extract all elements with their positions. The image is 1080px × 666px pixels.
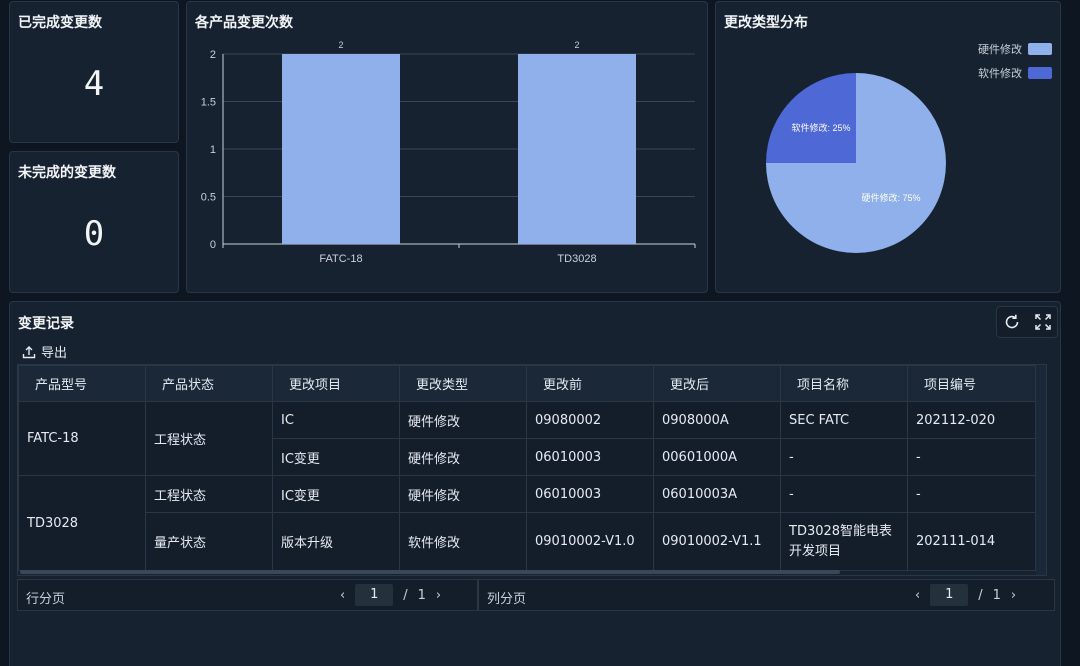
column-header[interactable]: 项目编号 — [907, 365, 1036, 402]
cell-type: 硬件修改 — [399, 438, 527, 476]
x-tick-label: TD3028 — [557, 253, 596, 265]
fullscreen-icon[interactable] — [1030, 309, 1056, 335]
column-header[interactable]: 项目名称 — [780, 365, 908, 402]
pie-chart: 硬件修改: 75% 软件修改: 25% — [766, 73, 946, 253]
y-tick-label: 1 — [210, 144, 216, 156]
column-header[interactable]: 产品状态 — [145, 365, 273, 402]
cell-type: 软件修改 — [399, 512, 527, 571]
column-pager: 列分页 ‹ 1 / 1 › — [478, 579, 1055, 611]
horizontal-scrollbar[interactable] — [20, 570, 840, 574]
incomplete-title: 未完成的变更数 — [18, 165, 116, 181]
column-header[interactable]: 更改前 — [526, 365, 654, 402]
cell-after: 09010002-V1.1 — [653, 512, 781, 571]
column-header[interactable]: 更改项目 — [272, 365, 400, 402]
column-header[interactable]: 产品型号 — [18, 365, 146, 402]
y-tick-label: 2 — [210, 49, 216, 61]
chevron-right-icon[interactable]: › — [1011, 588, 1016, 603]
pie-slice — [766, 73, 856, 163]
cell-after: 0908000A — [653, 401, 781, 439]
cell-model: FATC-18 — [18, 401, 146, 476]
column-header[interactable]: 更改类型 — [399, 365, 527, 402]
pie-slice-label: 硬件修改: 75% — [861, 192, 920, 203]
y-tick-label: 1.5 — [201, 97, 216, 109]
refresh-icon[interactable] — [999, 309, 1025, 335]
chevron-left-icon[interactable]: ‹ — [915, 588, 920, 603]
vertical-scrollbar-track[interactable] — [1036, 365, 1046, 575]
table-row[interactable]: 量产状态 版本升级 软件修改 09010002-V1.0 09010002-V1… — [19, 512, 1036, 571]
completed-card: 已完成变更数 4 — [9, 1, 179, 143]
cell-project: SEC FATC — [780, 401, 908, 439]
records-title: 变更记录 — [18, 316, 74, 332]
pie-slice-label: 软件修改: 25% — [791, 122, 850, 133]
row-pager-total: 1 — [417, 587, 426, 603]
y-tick-label: 0 — [210, 239, 216, 251]
cell-type: 硬件修改 — [399, 475, 527, 513]
incomplete-card: 未完成的变更数 0 — [9, 151, 179, 293]
cell-after: 06010003A — [653, 475, 781, 513]
cell-status: 量产状态 — [145, 512, 273, 571]
y-tick-label: 0.5 — [201, 192, 216, 204]
column-pager-label: 列分页 — [487, 592, 527, 607]
cell-before: 09080002 — [526, 401, 654, 439]
row-pager-label: 行分页 — [26, 592, 66, 607]
bar-chart-card: 各产品变更次数 0 0.5 1 1.5 2 2 FATC-18 2 TD3028 — [186, 1, 708, 293]
cell-item: IC变更 — [272, 475, 400, 513]
cell-after: 00601000A — [653, 438, 781, 476]
cell-before: 09010002-V1.0 — [526, 512, 654, 571]
cell-project: TD3028智能电表开发项目 — [780, 512, 908, 571]
records-table-wrapper: 产品型号 产品状态 更改项目 更改类型 更改前 更改后 项目名称 项目编号 FA… — [17, 364, 1047, 576]
column-page-input[interactable]: 1 — [930, 584, 969, 606]
completed-title: 已完成变更数 — [18, 15, 102, 31]
cell-project: - — [780, 438, 908, 476]
cell-code: - — [907, 438, 1036, 476]
records-card: 变更记录 导出 产品型号 产品状态 更改项目 更改类型 更改前 更改后 项目名称… — [9, 301, 1061, 666]
bar — [282, 54, 400, 244]
row-pager-separator: / — [403, 587, 408, 603]
cell-item: IC — [272, 401, 400, 439]
row-pager: 行分页 ‹ 1 / 1 › — [17, 579, 478, 611]
table-header-row: 产品型号 产品状态 更改项目 更改类型 更改前 更改后 项目名称 项目编号 — [18, 365, 1036, 402]
chevron-left-icon[interactable]: ‹ — [340, 588, 345, 603]
table-row[interactable]: TD3028 工程状态 IC变更 硬件修改 06010003 06010003A… — [18, 475, 1036, 571]
column-header[interactable]: 更改后 — [653, 365, 781, 402]
cell-status: 工程状态 — [145, 475, 273, 513]
cell-before: 06010003 — [526, 475, 654, 513]
cell-item: IC变更 — [272, 438, 400, 476]
pie-chart-card: 更改类型分布 硬件修改 软件修改 硬件修改: 75% 软件修改: 25% — [715, 1, 1061, 293]
cell-code: 202112-020 — [907, 401, 1036, 439]
table-row[interactable]: FATC-18 工程状态 IC 硬件修改 09080002 0908000A S… — [18, 401, 1036, 476]
bar — [518, 54, 636, 244]
cell-status: 工程状态 — [145, 401, 273, 476]
cell-item: 版本升级 — [272, 512, 400, 571]
cell-before: 06010003 — [526, 438, 654, 476]
column-pager-total: 1 — [992, 587, 1001, 603]
chevron-right-icon[interactable]: › — [436, 588, 441, 603]
x-tick-label: FATC-18 — [319, 253, 362, 265]
export-button[interactable]: 导出 — [22, 342, 67, 361]
column-pager-separator: / — [978, 587, 983, 603]
cell-code: - — [907, 475, 1036, 513]
records-table: 产品型号 产品状态 更改项目 更改类型 更改前 更改后 项目名称 项目编号 FA… — [18, 365, 1036, 571]
cell-model: TD3028 — [18, 475, 146, 571]
cell-project: - — [780, 475, 908, 513]
incomplete-value: 0 — [83, 214, 105, 254]
cell-type: 硬件修改 — [399, 401, 527, 439]
bar-chart: 0 0.5 1 1.5 2 2 FATC-18 2 TD3028 — [201, 40, 696, 265]
cell-code: 202111-014 — [907, 512, 1036, 571]
row-page-input[interactable]: 1 — [355, 584, 394, 606]
completed-value: 4 — [83, 64, 105, 104]
bar-data-label: 2 — [338, 40, 343, 50]
export-label: 导出 — [41, 346, 68, 361]
upload-icon — [22, 345, 36, 358]
bar-data-label: 2 — [574, 40, 579, 50]
